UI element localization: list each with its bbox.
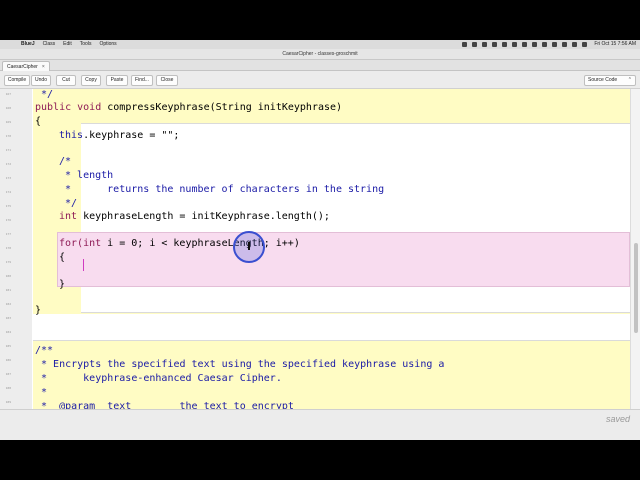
line-number: 176 <box>5 218 11 222</box>
clock-icon[interactable] <box>492 42 498 47</box>
menu-class[interactable]: Class <box>43 40 56 49</box>
vertical-scrollbar[interactable] <box>630 89 640 409</box>
code-line-open-brace: { <box>35 116 42 127</box>
menu-tools[interactable]: Tools <box>80 40 92 49</box>
code-line-comment: /* <box>59 156 72 167</box>
line-number: 185 <box>5 344 11 348</box>
code-line-javadoc: * Encrypts the specified text using the … <box>35 359 445 370</box>
assign-text: .keyphrase = ""; <box>83 130 180 141</box>
line-number-gutter: 167 168 169 170 171 172 173 174 175 176 … <box>0 89 12 409</box>
cloud-icon[interactable] <box>512 42 518 47</box>
record-icon[interactable] <box>472 42 478 47</box>
line-number: 179 <box>5 260 11 264</box>
code-line-javadoc: * keyphrase-enhanced Caesar Cipher. <box>35 373 282 384</box>
line-number: 182 <box>5 302 11 306</box>
text-caret <box>83 259 84 271</box>
menu-clock[interactable]: Fri Oct 15 7:56 AM <box>594 40 636 49</box>
keyword-int: int <box>83 238 102 249</box>
code-line-comment: * returns the number of characters in th… <box>59 184 385 195</box>
code-line-javadoc: * @param text the text to encrypt <box>35 401 294 409</box>
class-scope-margin <box>12 89 32 409</box>
code-line-javadoc: * <box>35 387 48 398</box>
line-number: 188 <box>5 386 11 390</box>
editor-toolbar: Compile Undo Cut Copy Paste Find... Clos… <box>0 71 640 89</box>
camera-icon[interactable] <box>462 42 468 47</box>
line-number: 169 <box>5 120 11 124</box>
menu-edit[interactable]: Edit <box>63 40 72 49</box>
line-number: 183 <box>5 316 11 320</box>
line-number: 180 <box>5 274 11 278</box>
code-line-method-close: } <box>35 305 42 316</box>
tab-caesarcipher[interactable]: CaesarCipher × <box>2 61 50 71</box>
code-editor[interactable]: 167 168 169 170 171 172 173 174 175 176 … <box>0 89 640 409</box>
line-number: 181 <box>5 288 11 292</box>
blank-scope-gap <box>33 315 630 339</box>
keyword-int: int <box>59 211 78 222</box>
line-number: 171 <box>5 148 11 152</box>
signature-text: compressKeyphrase(String initKeyphrase) <box>101 102 343 113</box>
menu-options[interactable]: Options <box>99 40 116 49</box>
dropbox-icon[interactable] <box>482 42 488 47</box>
editor-tab-strip: CaesarCipher × <box>0 60 640 71</box>
code-line-for-close-brace: } <box>59 279 66 290</box>
menu-bar: BlueJ Class Edit Tools Options Fri Oct 1… <box>0 40 640 49</box>
screen: BlueJ Class Edit Tools Options Fri Oct 1… <box>0 40 640 440</box>
keyword-this: this <box>59 130 84 141</box>
line-number: 189 <box>5 400 11 404</box>
display-icon[interactable] <box>502 42 508 47</box>
window-title: CaesarCipher - classes-groschmit <box>282 51 358 57</box>
code-line-method-signature: public void compressKeyphrase(String ini… <box>35 101 342 115</box>
declaration-text: keyphraseLength = initKeyphrase.length()… <box>77 211 330 222</box>
keyword-for: for( <box>59 238 84 249</box>
scrollbar-thumb[interactable] <box>634 243 638 333</box>
code-line-comment: */ <box>59 198 78 209</box>
control-center-icon[interactable] <box>582 42 588 47</box>
code-line-for-open-brace: { <box>59 252 66 263</box>
zoom-icon[interactable] <box>522 42 528 47</box>
code-line-javadoc: /** <box>35 345 54 356</box>
menu-bluej[interactable]: BlueJ <box>21 40 35 49</box>
keyword-public-void: public void <box>35 102 102 113</box>
view-mode-select[interactable]: Source Code ⌃ <box>584 75 636 86</box>
line-number: 168 <box>5 106 11 110</box>
close-tab-icon[interactable]: × <box>42 64 45 70</box>
line-number: 175 <box>5 204 11 208</box>
status-bar: saved <box>0 409 640 440</box>
line-number: 167 <box>5 92 11 96</box>
view-mode-value: Source Code <box>588 77 618 83</box>
find-button[interactable]: Find... <box>131 75 153 86</box>
code-line-declaration: int keyphraseLength = initKeyphrase.leng… <box>59 210 330 224</box>
keyboard-icon[interactable] <box>532 42 538 47</box>
bluetooth-icon[interactable] <box>542 42 548 47</box>
saved-status: saved <box>605 414 630 424</box>
line-number: 174 <box>5 190 11 194</box>
wifi-icon[interactable] <box>562 42 568 47</box>
code-line-assign: this.keyphrase = ""; <box>59 129 179 143</box>
line-number: 187 <box>5 372 11 376</box>
line-number: 170 <box>5 134 11 138</box>
window-title-bar: CaesarCipher - classes-groschmit <box>0 49 640 60</box>
ibeam-cursor-icon <box>248 242 250 250</box>
cut-button[interactable]: Cut <box>56 75 76 86</box>
line-number: 172 <box>5 162 11 166</box>
status-menus: Fri Oct 15 7:56 AM <box>457 40 636 49</box>
for-header-text: i = 0; i < keyphraseLength; i++) <box>101 238 300 249</box>
search-icon[interactable] <box>572 42 578 47</box>
undo-button[interactable]: Undo <box>31 75 51 86</box>
line-number: 173 <box>5 176 11 180</box>
compile-button[interactable]: Compile <box>4 75 30 86</box>
line-number: 186 <box>5 358 11 362</box>
code-line-comment: * length <box>59 170 114 181</box>
chevron-updown-icon: ⌃ <box>627 77 632 83</box>
battery-icon[interactable] <box>552 42 558 47</box>
tab-label: CaesarCipher <box>7 63 38 70</box>
mouse-cursor-highlight <box>233 231 265 263</box>
paste-button[interactable]: Paste <box>106 75 128 86</box>
close-button[interactable]: Close <box>156 75 178 86</box>
copy-button[interactable]: Copy <box>81 75 101 86</box>
line-number: 177 <box>5 232 11 236</box>
line-number: 184 <box>5 330 11 334</box>
line-number: 178 <box>5 246 11 250</box>
